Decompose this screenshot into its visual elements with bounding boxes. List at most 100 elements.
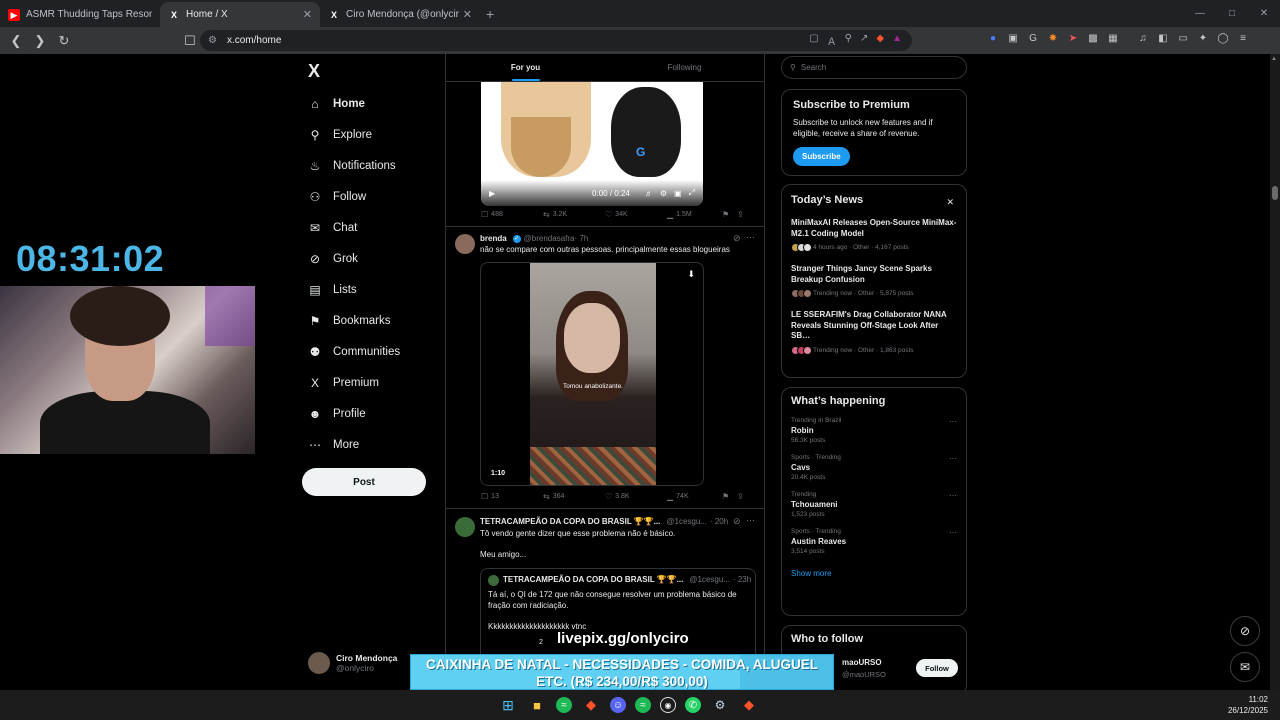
grok-icon[interactable]: ⊘ bbox=[733, 233, 741, 244]
brave-icon[interactable]: ◆ bbox=[739, 695, 759, 715]
close-tab-icon[interactable]: ✕ bbox=[463, 8, 472, 21]
nav-profile[interactable]: ☻ Profile bbox=[308, 398, 400, 429]
nav-communities[interactable]: ⚉ Communities bbox=[308, 336, 401, 367]
nav-follow[interactable]: ⚇ Follow bbox=[308, 181, 400, 212]
scrollbar-thumb[interactable] bbox=[1272, 186, 1278, 200]
subscribe-button[interactable]: Subscribe bbox=[793, 147, 850, 166]
trend-item[interactable]: Trending in Brazil Robin 56.3K posts ⋯ bbox=[791, 417, 957, 444]
news-item[interactable]: MiniMaxAI Releases Open-Source MiniMax-M… bbox=[791, 218, 957, 252]
leo-icon[interactable]: ✦ bbox=[1196, 31, 1210, 45]
wallet-icon[interactable]: ▭ bbox=[1176, 31, 1190, 45]
tab-following[interactable]: Following bbox=[605, 54, 764, 81]
spotify-icon[interactable]: ≈ bbox=[635, 697, 651, 713]
more-icon[interactable]: ⋯ bbox=[949, 491, 957, 500]
page-scrollbar[interactable]: ▲ bbox=[1270, 54, 1280, 694]
download-icon[interactable]: ⬇ bbox=[687, 269, 695, 280]
menu-icon[interactable]: ≡ bbox=[1236, 31, 1250, 45]
translate-icon[interactable]: Ａ bbox=[827, 33, 837, 48]
account-switcher[interactable]: Ciro Mendonça @onlyciro bbox=[308, 652, 397, 674]
show-more-link[interactable]: Show more bbox=[791, 569, 957, 578]
avatar[interactable] bbox=[455, 517, 475, 537]
sidebar-icon[interactable]: ◧ bbox=[1156, 31, 1170, 45]
tab-youtube[interactable]: ▶ ASMR Thudding Taps Resonating in … bbox=[0, 2, 160, 27]
more-icon[interactable]: ⋯ bbox=[746, 232, 755, 243]
author-name[interactable]: brenda bbox=[480, 234, 507, 243]
repost-button[interactable]: ⇆ 3.2K bbox=[543, 210, 605, 219]
nav-bookmarks[interactable]: ⚑ Bookmarks bbox=[308, 305, 400, 336]
nav-grok[interactable]: ⊘ Grok bbox=[308, 243, 400, 274]
x-logo-icon[interactable]: X bbox=[308, 61, 320, 82]
extension-icon[interactable]: ▦ bbox=[1106, 31, 1120, 45]
fullscreen-icon[interactable]: ⤢ bbox=[689, 188, 695, 198]
trend-item[interactable]: Sports · Trending Austin Reaves 3,514 po… bbox=[791, 528, 957, 555]
news-item[interactable]: LE SSERAFIM's Drag Collaborator NANA Rev… bbox=[791, 310, 957, 355]
brave-rewards-icon[interactable]: ▲ bbox=[892, 33, 902, 48]
grok-icon[interactable]: ⊘ bbox=[733, 516, 741, 527]
cast-icon[interactable]: ▢ bbox=[809, 33, 818, 48]
nav-lists[interactable]: ▤ Lists bbox=[308, 274, 400, 305]
steam-icon[interactable]: ⚙ bbox=[710, 695, 730, 715]
grok-float-button[interactable]: ⊘ bbox=[1230, 616, 1260, 646]
extension-icon[interactable]: ▣ bbox=[1006, 31, 1020, 45]
bookmark-button[interactable]: ⚑ bbox=[722, 492, 729, 501]
extension-icon[interactable]: ➤ bbox=[1066, 31, 1080, 45]
share-button[interactable]: ⇪ bbox=[737, 492, 744, 501]
nav-explore[interactable]: ⚲ Explore bbox=[308, 119, 400, 150]
extension-icon[interactable]: ● bbox=[986, 31, 1000, 45]
new-tab-button[interactable]: + bbox=[486, 6, 494, 22]
messages-float-button[interactable]: ✉ bbox=[1230, 652, 1260, 682]
site-info-icon[interactable]: ⚙ bbox=[208, 35, 217, 46]
bookmark-button[interactable]: ⚑ bbox=[722, 210, 729, 219]
nav-home[interactable]: ⌂ Home bbox=[308, 88, 400, 119]
tweet-video[interactable]: G ▶ 0:00 / 0:24 ♬ ⚙ ▣ ⤢ bbox=[481, 82, 703, 206]
follow-button[interactable]: Follow bbox=[916, 659, 958, 677]
tweet-video[interactable]: Tomou anabolizante. 1:10 ⬇ bbox=[480, 262, 704, 486]
repost-button[interactable]: ⇆ 364 bbox=[543, 492, 605, 501]
nav-chat[interactable]: ✉ Chat bbox=[308, 212, 400, 243]
more-icon[interactable]: ⋯ bbox=[949, 417, 957, 426]
google-icon[interactable]: G bbox=[1026, 31, 1040, 45]
system-clock[interactable]: 11:02 26/12/2025 bbox=[1228, 694, 1268, 716]
bookmark-page-icon[interactable]: ☐ bbox=[180, 31, 200, 51]
music-icon[interactable]: ♫ bbox=[1136, 31, 1150, 45]
nav-more[interactable]: ⋯ More bbox=[308, 429, 400, 460]
whatsapp-icon[interactable]: ✆ bbox=[685, 697, 701, 713]
share-icon[interactable]: ↗ bbox=[860, 33, 868, 48]
nav-premium[interactable]: X Premium bbox=[308, 367, 400, 398]
nav-notifications[interactable]: ♨ Notifications bbox=[308, 150, 400, 181]
reply-button[interactable]: ☐ 488 bbox=[481, 210, 543, 219]
author-handle[interactable]: @brendasafra bbox=[524, 234, 575, 243]
more-icon[interactable]: ⋯ bbox=[746, 515, 755, 526]
brave-icon[interactable]: ◆ bbox=[581, 695, 601, 715]
author-handle[interactable]: @1cesgu... bbox=[666, 517, 707, 526]
extension-icon[interactable]: ✸ bbox=[1046, 31, 1060, 45]
share-button[interactable]: ⇪ bbox=[737, 210, 744, 219]
obs-icon[interactable]: ◉ bbox=[660, 697, 676, 713]
maximize-icon[interactable]: □ bbox=[1216, 0, 1248, 27]
zoom-icon[interactable]: ⚲ bbox=[845, 33, 852, 48]
post-button[interactable]: Post bbox=[302, 468, 426, 496]
back-icon[interactable]: ❮ bbox=[6, 31, 26, 51]
brave-shield-icon[interactable]: ◆ bbox=[876, 33, 884, 48]
scroll-up-icon[interactable]: ▲ bbox=[1271, 56, 1277, 62]
vpn-icon[interactable]: ◯ bbox=[1216, 31, 1230, 45]
trend-item[interactable]: Sports · Trending Cavs 20.4K posts ⋯ bbox=[791, 454, 957, 481]
forward-icon[interactable]: ❯ bbox=[30, 31, 50, 51]
search-input[interactable]: ⚲ Search bbox=[781, 56, 967, 79]
reload-icon[interactable]: ↻ bbox=[54, 31, 74, 51]
avatar[interactable] bbox=[455, 234, 475, 254]
more-icon[interactable]: ⋯ bbox=[949, 454, 957, 463]
tab-home-x[interactable]: X Home / X ✕ bbox=[160, 2, 320, 27]
suggested-name[interactable]: maoURSO bbox=[842, 658, 882, 667]
trend-item[interactable]: Trending Tchouameni 1,523 posts ⋯ bbox=[791, 491, 957, 518]
file-explorer-icon[interactable]: ■ bbox=[527, 695, 547, 715]
windows-start-icon[interactable]: ⊞ bbox=[498, 695, 518, 715]
mute-icon[interactable]: ♬ bbox=[645, 189, 653, 198]
settings-icon[interactable]: ⚙ bbox=[660, 189, 667, 198]
more-icon[interactable]: ⋯ bbox=[949, 528, 957, 537]
play-icon[interactable]: ▶ bbox=[489, 189, 495, 198]
reply-button[interactable]: ☐ 13 bbox=[481, 492, 543, 501]
views-button[interactable]: ▁ 74K bbox=[667, 492, 722, 501]
author-name[interactable]: TETRACAMPEÃO DA COPA DO BRASIL 🏆🏆... bbox=[480, 517, 660, 526]
close-icon[interactable]: ✕ bbox=[946, 197, 954, 208]
